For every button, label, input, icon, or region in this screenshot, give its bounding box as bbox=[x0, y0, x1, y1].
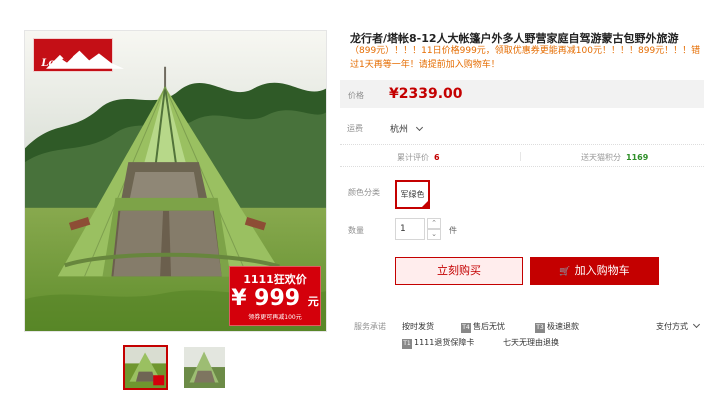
promotion-note: 领券更可再减100元 bbox=[248, 314, 302, 321]
review-label: 累计评价 bbox=[397, 153, 429, 162]
shipping-label: 运费 bbox=[347, 124, 363, 133]
product-stats: 累计评价 6 送天猫积分 1169 bbox=[340, 144, 704, 167]
stats-divider bbox=[520, 152, 521, 161]
tent-thumbnail-image bbox=[184, 347, 225, 388]
promotion-title: 1111狂欢价 bbox=[243, 273, 307, 286]
product-thumbnail-2[interactable] bbox=[182, 345, 227, 390]
product-detail-page: Longsinger 1111狂欢价 ¥ 999 元 领券更可再减100元 龙行… bbox=[0, 0, 720, 406]
service-return-guarantee: T1 1111退货保障卡 bbox=[402, 338, 475, 349]
promotion-price: ¥ 999 元 bbox=[231, 286, 319, 311]
service-label: 服务承诺 bbox=[354, 322, 386, 331]
service-after-sales: T4 售后无忧 bbox=[461, 322, 505, 333]
tmall-points-value: 1169 bbox=[626, 153, 649, 162]
product-thumbnails bbox=[123, 345, 227, 390]
color-label: 颜色分类 bbox=[348, 188, 380, 197]
chevron-down-icon[interactable]: ⌄ bbox=[427, 229, 441, 240]
quantity-input[interactable]: 1 bbox=[395, 218, 425, 240]
chevron-up-icon[interactable]: ⌃ bbox=[427, 218, 441, 229]
service-tag-t1: T1 bbox=[402, 339, 412, 349]
mountain-logo-icon bbox=[46, 50, 124, 69]
payment-methods-dropdown[interactable]: 支付方式 bbox=[656, 320, 701, 332]
product-promotion-text: （899元）！！！11日价格999元，领取优惠券更能再减100元！！！！899元… bbox=[350, 46, 701, 70]
color-option-label: 军绿色 bbox=[400, 190, 425, 199]
shipping-location-value: 杭州 bbox=[390, 125, 409, 135]
service-tag-t3: T3 bbox=[535, 323, 545, 333]
tent-thumbnail-image bbox=[125, 347, 166, 388]
chevron-down-icon bbox=[415, 123, 423, 132]
add-to-cart-label: 加入购物车 bbox=[574, 264, 630, 277]
product-thumbnail-1[interactable] bbox=[123, 345, 168, 390]
service-on-time-delivery: 按时发货 bbox=[402, 322, 434, 331]
service-fast-refund: T3 极速退款 bbox=[535, 322, 579, 333]
quantity-label: 数量 bbox=[348, 226, 364, 235]
price-panel: 价格 ¥2339.00 bbox=[340, 80, 704, 108]
service-tag-t4: T4 bbox=[461, 323, 471, 333]
shipping-location-dropdown[interactable]: 杭州 bbox=[390, 122, 423, 135]
color-option-army-green[interactable]: 军绿色 ✓ bbox=[395, 180, 430, 209]
brand-logo: Longsinger bbox=[33, 38, 124, 72]
payment-methods-label: 支付方式 bbox=[656, 322, 688, 331]
tmall-points-stat: 送天猫积分 1169 bbox=[581, 152, 648, 163]
cart-icon: 🛒 bbox=[559, 267, 571, 277]
price-label: 价格 bbox=[348, 91, 364, 100]
main-product-image[interactable]: Longsinger 1111狂欢价 ¥ 999 元 领券更可再减100元 bbox=[24, 30, 327, 332]
buy-now-button[interactable]: 立刻购买 bbox=[395, 257, 523, 285]
add-to-cart-button[interactable]: 🛒 加入购物车 bbox=[530, 257, 659, 285]
review-count: 6 bbox=[434, 153, 440, 162]
tmall-points-label: 送天猫积分 bbox=[581, 153, 621, 162]
promotion-overlay: 1111狂欢价 ¥ 999 元 领券更可再减100元 bbox=[229, 266, 321, 326]
service-seven-day-returns: 七天无理由退换 bbox=[503, 338, 559, 347]
review-stat[interactable]: 累计评价 6 bbox=[397, 152, 440, 163]
chevron-down-icon bbox=[692, 320, 701, 329]
price-value: ¥2339.00 bbox=[389, 86, 463, 102]
quantity-stepper[interactable]: ⌃ ⌄ bbox=[427, 218, 441, 240]
check-icon: ✓ bbox=[422, 193, 428, 200]
quantity-unit: 件 bbox=[449, 226, 457, 235]
